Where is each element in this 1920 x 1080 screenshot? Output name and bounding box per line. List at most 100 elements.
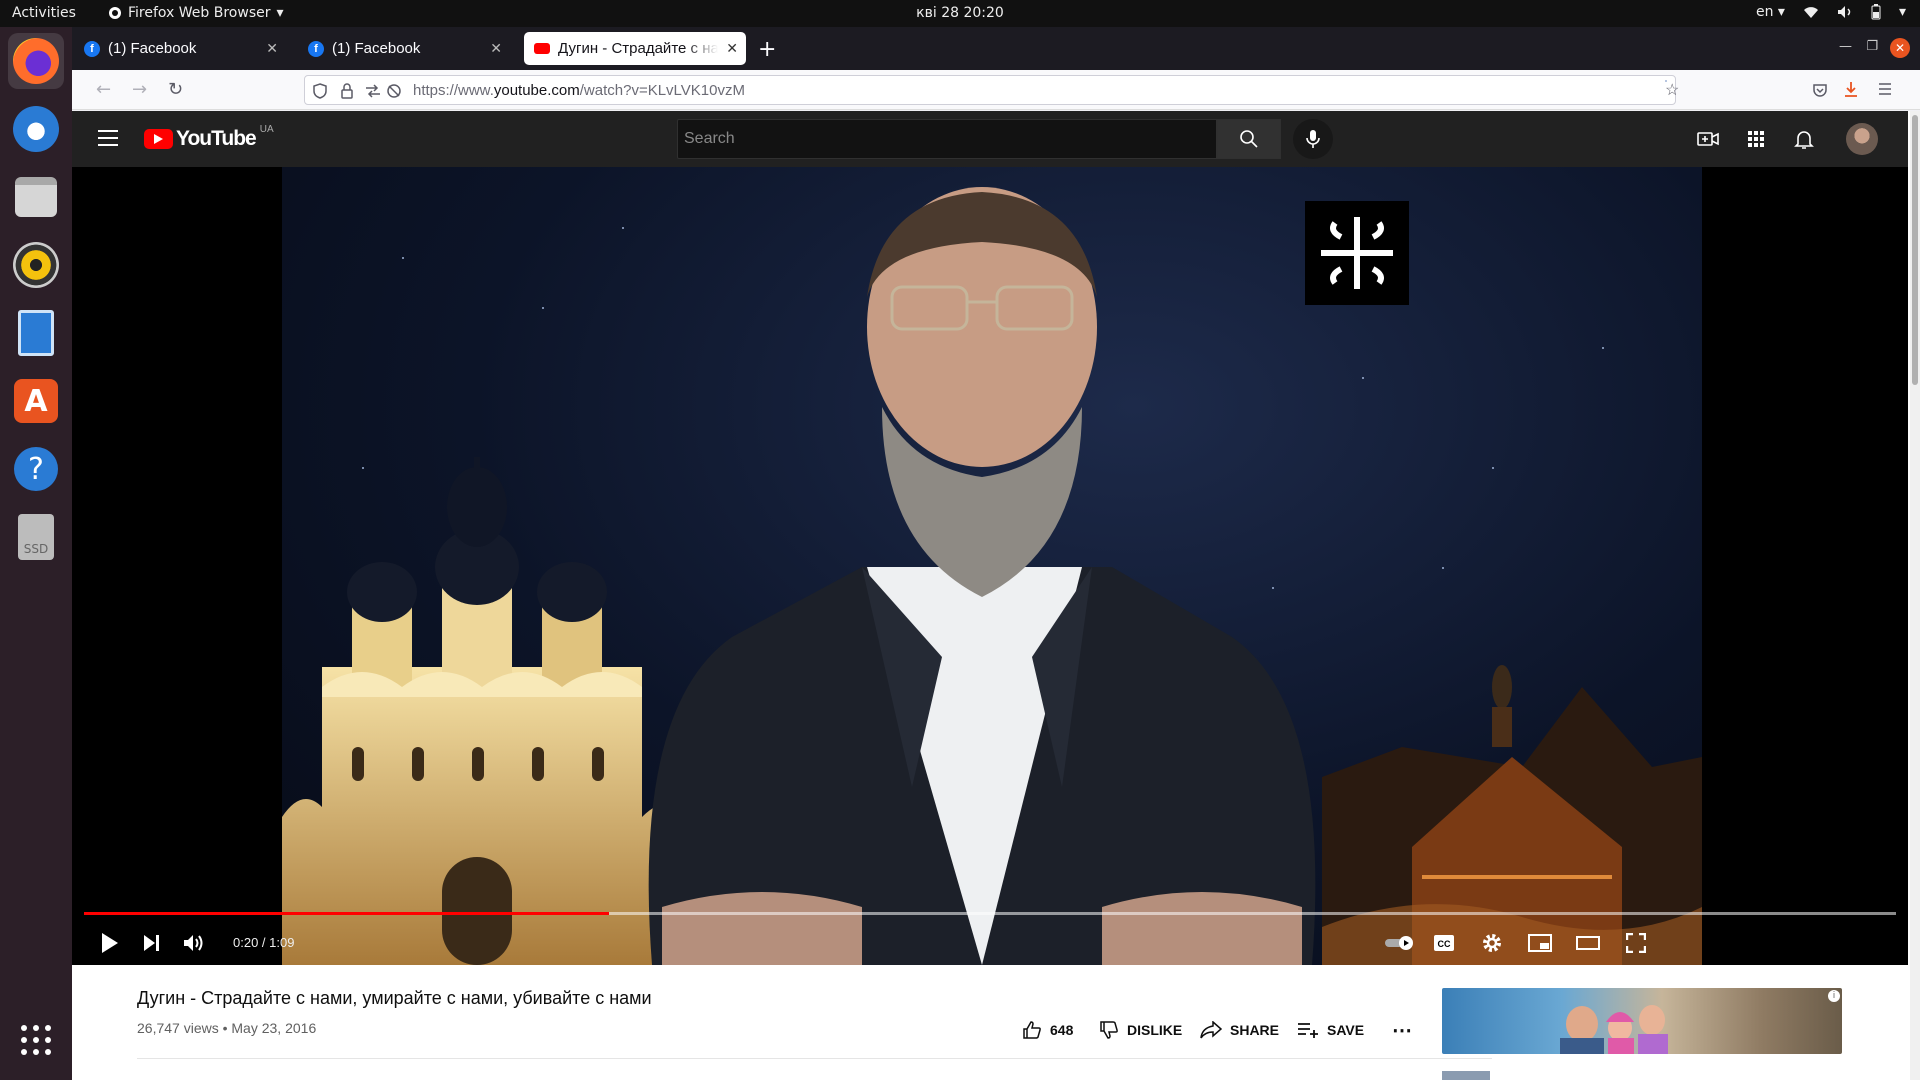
- permissions-icon[interactable]: [365, 84, 381, 98]
- firefox-small-icon: [109, 7, 121, 19]
- notifications-bell-icon[interactable]: [1792, 127, 1816, 151]
- url-domain: youtube.com: [493, 82, 580, 99]
- tab-facebook-1[interactable]: f (1) Facebook ✕: [74, 32, 286, 65]
- thumbs-up-icon: [1023, 1021, 1041, 1039]
- apps-grid-icon[interactable]: [1744, 127, 1768, 151]
- autoplay-toggle[interactable]: [1380, 925, 1420, 961]
- tracking-shield-icon[interactable]: [313, 83, 327, 99]
- search-button[interactable]: [1217, 119, 1281, 159]
- ssd-label: SSD: [23, 542, 49, 556]
- dock-rhythmbox[interactable]: [8, 237, 64, 293]
- pocket-icon[interactable]: [1812, 82, 1828, 98]
- language-indicator[interactable]: en ▾: [1756, 4, 1785, 20]
- ad-banner[interactable]: i: [1442, 988, 1842, 1054]
- clock[interactable]: кві 28 20:20: [916, 5, 1004, 21]
- app-menu[interactable]: Firefox Web Browser ▾: [108, 5, 284, 21]
- add-to-playlist-icon: [1298, 1023, 1318, 1038]
- theater-mode-button[interactable]: [1570, 925, 1606, 961]
- like-button[interactable]: 648: [1022, 1017, 1073, 1043]
- maximize-button[interactable]: ❐: [1866, 39, 1878, 54]
- volume-icon: [1837, 6, 1851, 18]
- mute-button[interactable]: [176, 925, 212, 961]
- voice-search-button[interactable]: [1293, 119, 1333, 159]
- autoplay-toggle-icon: [1385, 936, 1413, 950]
- forward-button[interactable]: →: [132, 79, 147, 100]
- close-icon[interactable]: ✕: [726, 40, 738, 57]
- clock-wrapper: кві 28 20:20: [0, 5, 1920, 21]
- url-path: /watch?v=KLvLVK10vzM: [579, 82, 745, 99]
- downloads-icon[interactable]: [1843, 81, 1859, 99]
- show-applications-button[interactable]: [8, 1012, 64, 1068]
- search-box[interactable]: [677, 119, 1217, 159]
- volume-icon: [184, 935, 203, 951]
- url-prefix: https://www.: [413, 82, 494, 99]
- video-meta: 26,747 views • May 23, 2016: [137, 1020, 317, 1036]
- video-frame[interactable]: [282, 167, 1702, 965]
- share-button[interactable]: SHARE: [1200, 1017, 1279, 1043]
- fullscreen-button[interactable]: [1618, 925, 1654, 961]
- dock-thunderbird[interactable]: [8, 101, 64, 157]
- firefox-window: f (1) Facebook ✕ f (1) Facebook ✕ Дугин …: [72, 27, 1920, 1080]
- video-title: Дугин - Страдайте с нами, умирайте с нам…: [137, 988, 652, 1008]
- youtube-logo[interactable]: YouTube UA: [144, 124, 274, 151]
- bookmark-star-icon[interactable]: ☆: [1665, 80, 1679, 99]
- dislike-button[interactable]: DISLIKE: [1099, 1017, 1182, 1043]
- skip-next-icon: [144, 935, 159, 951]
- search-input[interactable]: [678, 120, 1216, 158]
- scrollbar-thumb[interactable]: [1912, 115, 1918, 385]
- dock-writer[interactable]: [8, 305, 64, 361]
- played-bar: [84, 912, 610, 915]
- dock-ssd[interactable]: SSD: [8, 509, 64, 565]
- rhythmbox-icon: [13, 242, 59, 288]
- star-dot: [1602, 347, 1604, 349]
- recommendation-thumbnail[interactable]: [1442, 1071, 1490, 1080]
- tab-facebook-2[interactable]: f (1) Facebook ✕: [298, 32, 510, 65]
- minimize-button[interactable]: —: [1839, 39, 1852, 54]
- files-icon: [15, 177, 57, 217]
- hamburger-menu-icon[interactable]: [1878, 83, 1892, 95]
- facebook-icon: f: [308, 40, 324, 57]
- close-icon[interactable]: ✕: [490, 40, 502, 57]
- search-icon: [1240, 130, 1258, 148]
- url-bar[interactable]: https://www.youtube.com/watch?v=KLvLVK10…: [304, 75, 1679, 105]
- page-scrollbar[interactable]: [1910, 111, 1920, 1080]
- tab-youtube-active[interactable]: Дугин - Страдайте с нами ✕: [524, 32, 746, 65]
- new-tab-button[interactable]: +: [758, 37, 776, 62]
- dock-ubuntu-software[interactable]: A: [8, 373, 64, 429]
- next-button[interactable]: [134, 925, 170, 961]
- more-actions-button[interactable]: ⋯: [1392, 1017, 1412, 1043]
- save-button[interactable]: SAVE: [1297, 1017, 1364, 1043]
- svg-text:CC: CC: [1438, 939, 1451, 949]
- play-button[interactable]: [92, 925, 128, 961]
- settings-button[interactable]: [1474, 925, 1510, 961]
- tab-title: Дугин - Страдайте с нами: [558, 40, 718, 57]
- battery-icon: [1871, 4, 1881, 20]
- guide-menu-icon[interactable]: [96, 127, 120, 151]
- dock-help[interactable]: ?: [8, 441, 64, 497]
- progress-bar[interactable]: [84, 912, 1896, 915]
- libreoffice-writer-icon: [18, 310, 54, 356]
- window-close-button[interactable]: ✕: [1890, 38, 1910, 58]
- youtube-play-icon: [144, 129, 173, 149]
- share-icon: [1200, 1021, 1222, 1039]
- dock-files[interactable]: [8, 169, 64, 225]
- system-tray[interactable]: en ▾ ▾: [1756, 4, 1906, 20]
- reload-button[interactable]: ↻: [168, 79, 183, 100]
- create-video-icon[interactable]: [1696, 127, 1720, 151]
- close-icon[interactable]: ✕: [266, 40, 278, 57]
- channel-watermark-emblem: [1305, 201, 1409, 305]
- ad-info-icon[interactable]: i: [1828, 990, 1840, 1002]
- youtube-icon: [534, 43, 550, 54]
- dock-firefox[interactable]: [8, 33, 64, 89]
- miniplayer-button[interactable]: [1522, 925, 1558, 961]
- back-button[interactable]: ←: [96, 79, 111, 100]
- autoplay-blocked-icon[interactable]: [387, 84, 401, 98]
- ssd-drive-icon: SSD: [18, 514, 54, 560]
- lock-icon[interactable]: [341, 83, 353, 99]
- avatar[interactable]: [1846, 123, 1878, 155]
- activities-button[interactable]: Activities: [12, 5, 76, 21]
- youtube-header: YouTube UA: [72, 111, 1908, 167]
- video-player[interactable]: 0:20 / 1:09 CC: [72, 167, 1908, 965]
- tab-strip: f (1) Facebook ✕ f (1) Facebook ✕ Дугин …: [72, 27, 1920, 70]
- subtitles-button[interactable]: CC: [1426, 925, 1462, 961]
